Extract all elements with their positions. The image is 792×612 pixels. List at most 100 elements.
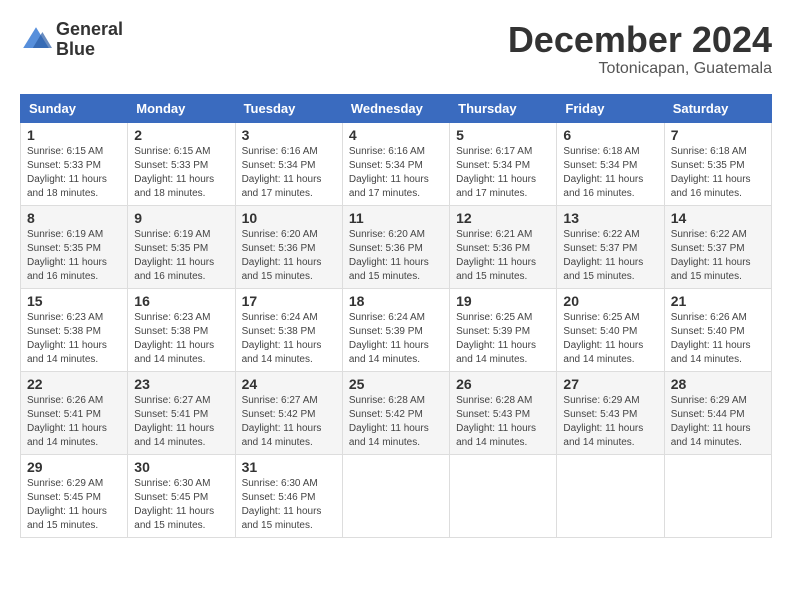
calendar-cell: 20 Sunrise: 6:25 AMSunset: 5:40 PMDayligh… bbox=[557, 288, 664, 371]
calendar-cell: 7 Sunrise: 6:18 AMSunset: 5:35 PMDaylight… bbox=[664, 122, 771, 205]
calendar-cell: 13Sunrise: 6:22 AMSunset: 5:37 PMDayligh… bbox=[557, 205, 664, 288]
day-info: Sunrise: 6:16 AMSunset: 5:34 PMDaylight:… bbox=[349, 145, 443, 201]
calendar-cell: 26Sunrise: 6:28 AMSunset: 5:43 PMDayligh… bbox=[450, 371, 557, 454]
col-saturday: Saturday bbox=[664, 94, 771, 122]
day-info: Sunrise: 6:29 AMSunset: 5:43 PMDaylight:… bbox=[563, 394, 657, 450]
calendar-week-row: 8 Sunrise: 6:19 AMSunset: 5:35 PMDaylight… bbox=[21, 205, 772, 288]
day-number: 13 bbox=[563, 210, 657, 226]
day-info: Sunrise: 6:16 AMSunset: 5:34 PMDaylight:… bbox=[242, 145, 336, 201]
calendar-cell bbox=[342, 454, 449, 537]
location: Totonicapan, Guatemala bbox=[508, 60, 772, 78]
day-info: Sunrise: 6:18 AMSunset: 5:34 PMDaylight:… bbox=[563, 145, 657, 201]
calendar-cell: 15 Sunrise: 6:23 AMSunset: 5:38 PMDayligh… bbox=[21, 288, 128, 371]
day-info: Sunrise: 6:28 AMSunset: 5:43 PMDaylight:… bbox=[456, 394, 550, 450]
calendar-cell: 18 Sunrise: 6:24 AMSunset: 5:39 PMDayligh… bbox=[342, 288, 449, 371]
day-number: 14 bbox=[671, 210, 765, 226]
calendar-cell: 9Sunrise: 6:19 AMSunset: 5:35 PMDaylight… bbox=[128, 205, 235, 288]
calendar-cell: 27 Sunrise: 6:29 AMSunset: 5:43 PMDayligh… bbox=[557, 371, 664, 454]
day-number: 25 bbox=[349, 376, 443, 392]
calendar-cell bbox=[450, 454, 557, 537]
day-number: 31 bbox=[242, 459, 336, 475]
day-number: 10 bbox=[242, 210, 336, 226]
day-info: Sunrise: 6:18 AMSunset: 5:35 PMDaylight:… bbox=[671, 145, 765, 201]
calendar-cell: 6 Sunrise: 6:18 AMSunset: 5:34 PMDaylight… bbox=[557, 122, 664, 205]
day-info: Sunrise: 6:25 AMSunset: 5:40 PMDaylight:… bbox=[563, 311, 657, 367]
day-number: 18 bbox=[349, 293, 443, 309]
day-info: Sunrise: 6:30 AMSunset: 5:45 PMDaylight:… bbox=[134, 477, 228, 533]
calendar-cell: 28 Sunrise: 6:29 AMSunset: 5:44 PMDayligh… bbox=[664, 371, 771, 454]
day-info: Sunrise: 6:20 AMSunset: 5:36 PMDaylight:… bbox=[242, 228, 336, 284]
day-info: Sunrise: 6:22 AMSunset: 5:37 PMDaylight:… bbox=[671, 228, 765, 284]
day-number: 30 bbox=[134, 459, 228, 475]
day-number: 24 bbox=[242, 376, 336, 392]
col-sunday: Sunday bbox=[21, 94, 128, 122]
day-number: 7 bbox=[671, 127, 765, 143]
calendar-table: Sunday Monday Tuesday Wednesday Thursday… bbox=[20, 94, 772, 538]
day-info: Sunrise: 6:24 AMSunset: 5:39 PMDaylight:… bbox=[349, 311, 443, 367]
day-number: 22 bbox=[27, 376, 121, 392]
day-number: 16 bbox=[134, 293, 228, 309]
day-number: 12 bbox=[456, 210, 550, 226]
day-info: Sunrise: 6:19 AMSunset: 5:35 PMDaylight:… bbox=[27, 228, 121, 284]
logo-line1: General bbox=[56, 20, 123, 40]
day-info: Sunrise: 6:17 AMSunset: 5:34 PMDaylight:… bbox=[456, 145, 550, 201]
calendar-cell: 2 Sunrise: 6:15 AMSunset: 5:33 PMDaylight… bbox=[128, 122, 235, 205]
day-number: 19 bbox=[456, 293, 550, 309]
logo-line2: Blue bbox=[56, 40, 123, 60]
calendar-cell: 22 Sunrise: 6:26 AMSunset: 5:41 PMDayligh… bbox=[21, 371, 128, 454]
col-tuesday: Tuesday bbox=[235, 94, 342, 122]
col-thursday: Thursday bbox=[450, 94, 557, 122]
calendar-cell: 16 Sunrise: 6:23 AMSunset: 5:38 PMDayligh… bbox=[128, 288, 235, 371]
day-number: 17 bbox=[242, 293, 336, 309]
day-number: 29 bbox=[27, 459, 121, 475]
calendar-cell: 8 Sunrise: 6:19 AMSunset: 5:35 PMDaylight… bbox=[21, 205, 128, 288]
calendar-cell: 12Sunrise: 6:21 AMSunset: 5:36 PMDayligh… bbox=[450, 205, 557, 288]
day-number: 4 bbox=[349, 127, 443, 143]
day-number: 23 bbox=[134, 376, 228, 392]
calendar-cell: 4 Sunrise: 6:16 AMSunset: 5:34 PMDaylight… bbox=[342, 122, 449, 205]
calendar-cell: 19 Sunrise: 6:25 AMSunset: 5:39 PMDayligh… bbox=[450, 288, 557, 371]
calendar-week-row: 29 Sunrise: 6:29 AMSunset: 5:45 PMDayligh… bbox=[21, 454, 772, 537]
day-number: 11 bbox=[349, 210, 443, 226]
calendar-cell: 14 Sunrise: 6:22 AMSunset: 5:37 PMDayligh… bbox=[664, 205, 771, 288]
day-info: Sunrise: 6:26 AMSunset: 5:41 PMDaylight:… bbox=[27, 394, 121, 450]
day-info: Sunrise: 6:23 AMSunset: 5:38 PMDaylight:… bbox=[134, 311, 228, 367]
day-info: Sunrise: 6:29 AMSunset: 5:45 PMDaylight:… bbox=[27, 477, 121, 533]
day-number: 20 bbox=[563, 293, 657, 309]
day-number: 21 bbox=[671, 293, 765, 309]
calendar-cell: 1Sunrise: 6:15 AMSunset: 5:33 PMDaylight… bbox=[21, 122, 128, 205]
logo-icon bbox=[20, 24, 52, 56]
day-number: 27 bbox=[563, 376, 657, 392]
calendar-cell: 3 Sunrise: 6:16 AMSunset: 5:34 PMDaylight… bbox=[235, 122, 342, 205]
calendar-header-row: Sunday Monday Tuesday Wednesday Thursday… bbox=[21, 94, 772, 122]
calendar-cell: 10 Sunrise: 6:20 AMSunset: 5:36 PMDayligh… bbox=[235, 205, 342, 288]
day-info: Sunrise: 6:26 AMSunset: 5:40 PMDaylight:… bbox=[671, 311, 765, 367]
calendar-cell bbox=[557, 454, 664, 537]
col-wednesday: Wednesday bbox=[342, 94, 449, 122]
day-info: Sunrise: 6:23 AMSunset: 5:38 PMDaylight:… bbox=[27, 311, 121, 367]
calendar-cell bbox=[664, 454, 771, 537]
day-info: Sunrise: 6:28 AMSunset: 5:42 PMDaylight:… bbox=[349, 394, 443, 450]
calendar-week-row: 22 Sunrise: 6:26 AMSunset: 5:41 PMDayligh… bbox=[21, 371, 772, 454]
day-number: 5 bbox=[456, 127, 550, 143]
day-info: Sunrise: 6:25 AMSunset: 5:39 PMDaylight:… bbox=[456, 311, 550, 367]
day-number: 2 bbox=[134, 127, 228, 143]
day-info: Sunrise: 6:20 AMSunset: 5:36 PMDaylight:… bbox=[349, 228, 443, 284]
calendar-cell: 30 Sunrise: 6:30 AMSunset: 5:45 PMDayligh… bbox=[128, 454, 235, 537]
day-number: 28 bbox=[671, 376, 765, 392]
day-number: 8 bbox=[27, 210, 121, 226]
day-number: 9 bbox=[134, 210, 228, 226]
page-header: General Blue December 2024 Totonicapan, … bbox=[20, 20, 772, 78]
day-number: 6 bbox=[563, 127, 657, 143]
day-info: Sunrise: 6:29 AMSunset: 5:44 PMDaylight:… bbox=[671, 394, 765, 450]
day-info: Sunrise: 6:27 AMSunset: 5:42 PMDaylight:… bbox=[242, 394, 336, 450]
day-number: 15 bbox=[27, 293, 121, 309]
day-number: 3 bbox=[242, 127, 336, 143]
calendar-cell: 11 Sunrise: 6:20 AMSunset: 5:36 PMDayligh… bbox=[342, 205, 449, 288]
day-info: Sunrise: 6:15 AMSunset: 5:33 PMDaylight:… bbox=[134, 145, 228, 201]
day-info: Sunrise: 6:15 AMSunset: 5:33 PMDaylight:… bbox=[27, 145, 121, 201]
day-info: Sunrise: 6:30 AMSunset: 5:46 PMDaylight:… bbox=[242, 477, 336, 533]
title-section: December 2024 Totonicapan, Guatemala bbox=[508, 20, 772, 78]
calendar-cell: 23Sunrise: 6:27 AMSunset: 5:41 PMDayligh… bbox=[128, 371, 235, 454]
calendar-cell: 17Sunrise: 6:24 AMSunset: 5:38 PMDayligh… bbox=[235, 288, 342, 371]
